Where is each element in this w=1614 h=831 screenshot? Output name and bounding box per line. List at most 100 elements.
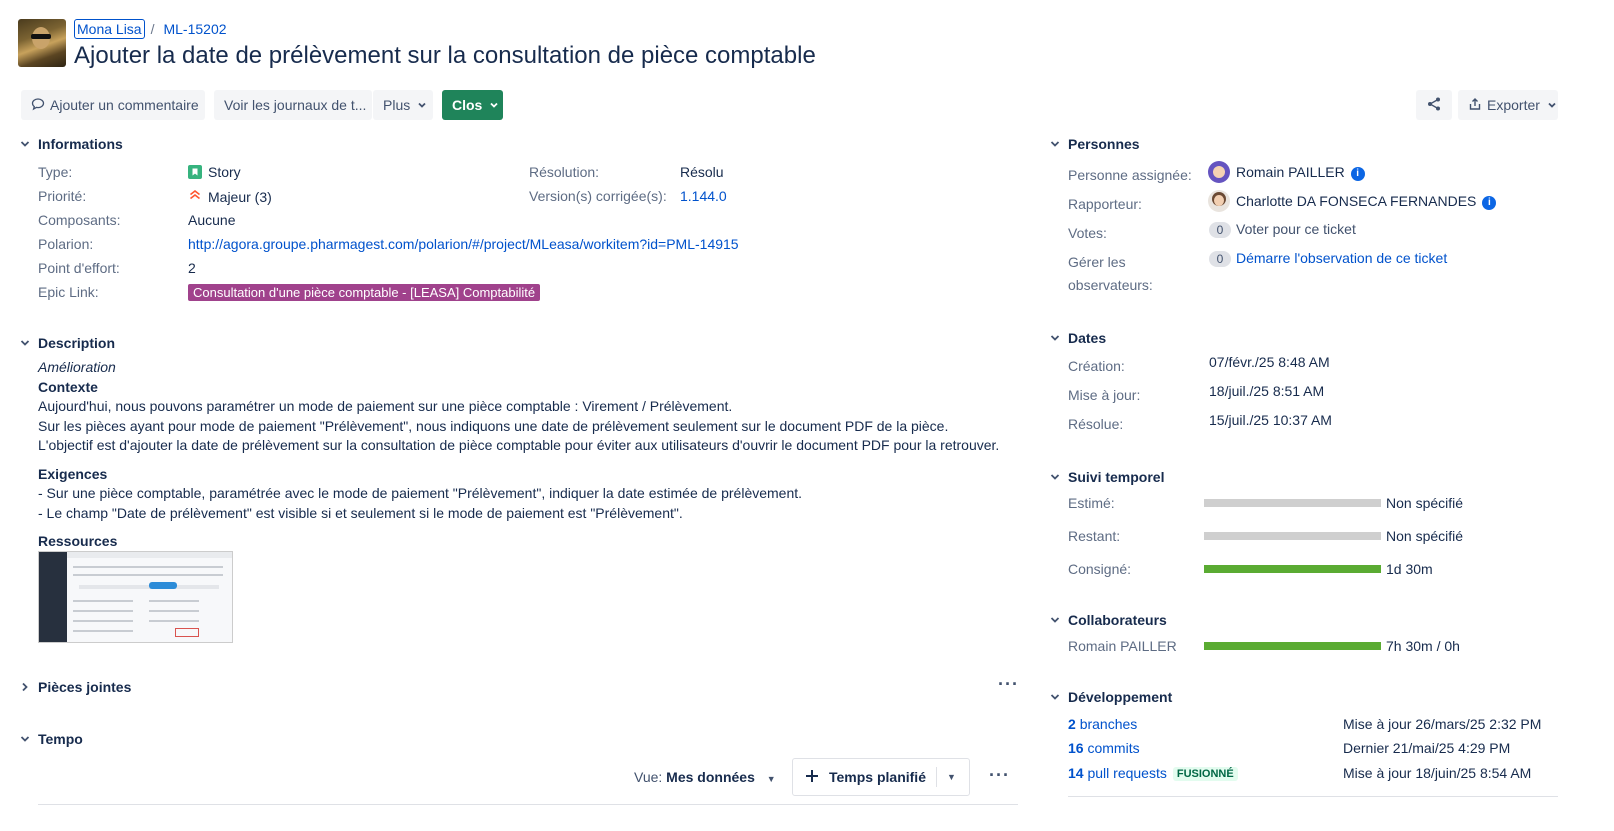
- assignee-name[interactable]: Romain PAILLER i: [1236, 164, 1365, 181]
- thumbnail-sidebar: [39, 552, 67, 642]
- resolved-date: 15/juil./25 10:37 AM: [1209, 412, 1332, 428]
- reporter-name-text: Charlotte DA FONSECA FERNANDES: [1236, 193, 1477, 209]
- polarion-link[interactable]: http://agora.groupe.pharmagest.com/polar…: [188, 236, 739, 252]
- votes-label: Votes:: [1068, 225, 1107, 241]
- branches-text: branches: [1079, 716, 1138, 732]
- section-attachments-toggle[interactable]: Pièces jointes: [18, 679, 131, 695]
- chevron-down-icon: [1547, 100, 1557, 110]
- branches-link[interactable]: 2 branches: [1068, 716, 1137, 732]
- more-label: Plus: [383, 97, 411, 113]
- branches-updated: Mise à jour 26/mars/25 2:32 PM: [1343, 716, 1542, 732]
- thumbnail-row: [149, 610, 199, 612]
- status-transition-button[interactable]: Clos: [442, 90, 503, 120]
- breadcrumb-project-link[interactable]: Mona Lisa: [74, 19, 145, 39]
- add-comment-label: Ajouter un commentaire: [50, 97, 199, 113]
- thumbnail-highlight: [149, 582, 177, 589]
- type-value-text: Story: [208, 164, 241, 180]
- tempo-view-selector[interactable]: Vue: Mes données ▼: [634, 769, 776, 785]
- reporter-avatar: [1208, 190, 1230, 212]
- context-heading: Contexte: [38, 378, 98, 395]
- section-informations-title: Informations: [38, 136, 123, 152]
- updated-label: Mise à jour:: [1068, 387, 1141, 403]
- description-body: Amélioration Contexte Aujourd'hui, nous …: [38, 358, 999, 552]
- thumbnail-row: [73, 566, 223, 568]
- logged-label: Consigné:: [1068, 561, 1132, 577]
- priority-value-text: Majeur (3): [208, 188, 272, 205]
- thumbnail-row: [73, 630, 133, 632]
- collaborator-time-value: 7h 30m / 0h: [1386, 638, 1460, 654]
- section-people-title: Personnes: [1068, 136, 1140, 152]
- section-time-tracking-toggle[interactable]: Suivi temporel: [1048, 469, 1164, 485]
- watch-action-link[interactable]: Démarre l'observation de ce ticket: [1236, 250, 1447, 266]
- resource-screenshot-thumbnail[interactable]: [38, 551, 233, 643]
- watchers-label-line1: Gérer les: [1068, 254, 1126, 270]
- section-dates-toggle[interactable]: Dates: [1048, 330, 1106, 346]
- components-label: Composants:: [38, 212, 121, 228]
- chevron-down-icon: [18, 336, 32, 350]
- thumbnail-row: [149, 620, 199, 622]
- epic-link-badge[interactable]: Consultation d'une pièce comptable - [LE…: [188, 284, 541, 301]
- thumbnail-row: [73, 574, 223, 576]
- planned-time-button[interactable]: Temps planifié ▼: [792, 758, 970, 796]
- logged-bar: [1204, 565, 1381, 573]
- chevron-down-icon: [1048, 470, 1062, 484]
- section-tempo-toggle[interactable]: Tempo: [18, 731, 83, 747]
- section-collaborators-title: Collaborateurs: [1068, 612, 1167, 628]
- thumbnail-red-box: [175, 628, 199, 637]
- export-icon: [1468, 97, 1482, 114]
- section-people-toggle[interactable]: Personnes: [1048, 136, 1140, 152]
- tempo-view-value: Mes données: [666, 769, 755, 785]
- watchers-label-line2: observateurs:: [1068, 277, 1153, 293]
- assignee-name-text: Romain PAILLER: [1236, 164, 1345, 180]
- breadcrumb-issue-key-link[interactable]: ML-15202: [163, 21, 226, 37]
- planned-time-divider: [935, 767, 937, 787]
- chevron-down-icon: [1048, 613, 1062, 627]
- vote-action[interactable]: Voter pour ce ticket: [1236, 221, 1356, 237]
- tempo-more-icon[interactable]: ···: [989, 765, 1010, 786]
- avatar-sunglasses: [31, 34, 51, 39]
- chevron-down-icon: [18, 732, 32, 746]
- section-informations-toggle[interactable]: Informations: [18, 136, 123, 152]
- story-icon: [188, 165, 202, 179]
- pull-requests-link[interactable]: 14 pull requests: [1068, 765, 1167, 781]
- fix-version-link[interactable]: 1.144.0: [680, 188, 727, 204]
- view-logs-button[interactable]: Voir les journaux de t...: [214, 90, 372, 120]
- section-description-toggle[interactable]: Description: [18, 335, 115, 351]
- share-icon: [1426, 96, 1442, 115]
- priority-value: Majeur (3): [188, 188, 272, 205]
- info-icon[interactable]: i: [1350, 167, 1365, 181]
- assignee-label: Personne assignée:: [1068, 167, 1192, 183]
- status-label: Clos: [452, 97, 483, 113]
- info-icon[interactable]: i: [1482, 196, 1497, 210]
- reporter-name[interactable]: Charlotte DA FONSECA FERNANDES i: [1236, 193, 1497, 210]
- project-avatar[interactable]: [18, 19, 66, 67]
- section-collaborators-toggle[interactable]: Collaborateurs: [1048, 612, 1167, 628]
- issue-toolbar: Ajouter un commentaire Voir les journaux…: [18, 90, 1614, 120]
- attachments-more-icon[interactable]: ···: [998, 674, 1019, 695]
- thumbnail-row: [73, 610, 133, 612]
- breadcrumb-separator: /: [150, 21, 155, 37]
- section-development-toggle[interactable]: Développement: [1048, 689, 1172, 705]
- requirements-heading: Exigences: [38, 465, 108, 482]
- section-description-title: Description: [38, 335, 116, 351]
- remaining-label: Restant:: [1068, 528, 1121, 544]
- chevron-down-icon: [417, 100, 427, 110]
- share-button[interactable]: [1416, 90, 1452, 120]
- development-divider: [1068, 796, 1558, 797]
- chevron-down-icon[interactable]: ▼: [947, 772, 956, 782]
- watchers-count-badge: 0: [1209, 251, 1231, 267]
- page-title: Ajouter la date de prélèvement sur la co…: [74, 42, 816, 69]
- branches-count: 2: [1068, 716, 1076, 732]
- more-dropdown-button[interactable]: Plus: [373, 90, 433, 120]
- add-comment-button[interactable]: Ajouter un commentaire: [21, 90, 205, 120]
- comment-icon: [31, 97, 45, 114]
- type-label: Type:: [38, 164, 73, 180]
- effort-points-label: Point d'effort:: [38, 260, 120, 276]
- commits-latest: Dernier 21/mai/25 4:29 PM: [1343, 740, 1511, 756]
- chevron-down-icon: [1048, 331, 1062, 345]
- section-tempo-title: Tempo: [38, 731, 83, 747]
- commits-count: 16: [1068, 740, 1084, 756]
- export-dropdown-button[interactable]: Exporter: [1458, 90, 1558, 120]
- commits-link[interactable]: 16 commits: [1068, 740, 1140, 756]
- reporter-label: Rapporteur:: [1068, 196, 1142, 212]
